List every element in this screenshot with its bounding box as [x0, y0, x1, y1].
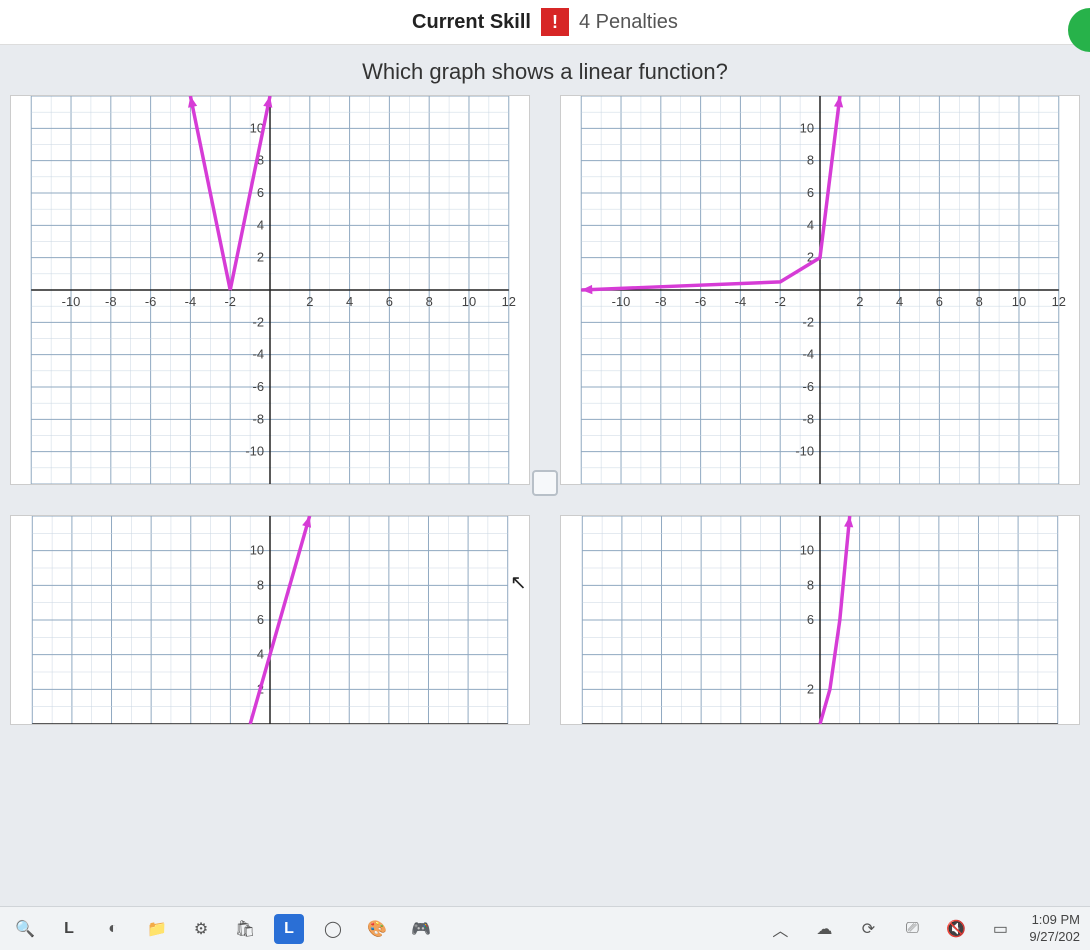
svg-text:8: 8	[807, 577, 814, 592]
store-icon[interactable]: 🛍	[230, 914, 260, 944]
svg-text:-10: -10	[245, 444, 264, 459]
volume-icon[interactable]: 🔇	[941, 914, 971, 944]
svg-text:6: 6	[257, 612, 264, 627]
svg-text:8: 8	[807, 153, 814, 168]
svg-text:4: 4	[346, 294, 353, 309]
header-bar: Current Skill ! 4 Penalties	[0, 0, 1090, 45]
svg-text:-2: -2	[253, 314, 265, 329]
circle-icon[interactable]: ◯	[318, 914, 348, 944]
settings-icon[interactable]: ⚙	[186, 914, 216, 944]
svg-text:-4: -4	[185, 294, 197, 309]
svg-text:-4: -4	[803, 347, 815, 362]
svg-text:4: 4	[257, 647, 264, 662]
edge-icon[interactable]: ◐	[98, 914, 128, 944]
warning-icon: !	[541, 8, 569, 36]
svg-text:10: 10	[462, 294, 476, 309]
sync-icon[interactable]: ⟳	[853, 914, 883, 944]
svg-text:4: 4	[896, 294, 903, 309]
svg-text:-6: -6	[145, 294, 157, 309]
svg-text:12: 12	[502, 294, 516, 309]
answer-grid: -10 -8 -6 -4 -2 2 4 6 8 10 12 -10 -8 -6 -4 -2 2 4 6 8 10 -10…	[0, 95, 1090, 725]
svg-text:8: 8	[426, 294, 433, 309]
svg-text:4: 4	[257, 217, 264, 232]
chevron-up-icon[interactable]: ︿	[765, 914, 795, 944]
skill-label: Current Skill	[412, 11, 531, 34]
taskbar: 🔍 L ◐ 📁 ⚙ 🛍 L ◯ 🎨 🎮 ︿ ☁ ⟳ ⎚ 🔇 ▭ 1:09 PM …	[0, 906, 1090, 950]
answer-option-a[interactable]: -10-8-6-4-224681012-10-8-6-4-2246810	[10, 95, 530, 485]
svg-text:-4: -4	[735, 294, 747, 309]
search-icon[interactable]: 🔍	[10, 914, 40, 944]
svg-text:-2: -2	[224, 294, 236, 309]
svg-text:-10: -10	[795, 444, 814, 459]
svg-text:10: 10	[800, 120, 814, 135]
svg-text:-10: -10	[62, 294, 81, 309]
svg-text:10: 10	[1012, 294, 1026, 309]
question-text: Which graph shows a linear function?	[0, 45, 1090, 95]
battery-icon[interactable]: ▭	[985, 914, 1015, 944]
game-icon[interactable]: 🎮	[406, 914, 436, 944]
files-icon[interactable]: 📁	[142, 914, 172, 944]
svg-text:10: 10	[250, 543, 264, 558]
svg-text:2: 2	[856, 294, 863, 309]
svg-text:-6: -6	[695, 294, 707, 309]
svg-text:8: 8	[976, 294, 983, 309]
svg-text:2: 2	[306, 294, 313, 309]
svg-text:-10: -10	[612, 294, 631, 309]
svg-text:-4: -4	[253, 347, 265, 362]
clock[interactable]: 1:09 PM 9/27/202	[1029, 912, 1080, 946]
graph-d: 2 6 8 10	[561, 516, 1079, 724]
cursor-icon: ↖	[510, 570, 527, 595]
svg-text:-8: -8	[105, 294, 117, 309]
svg-text:-6: -6	[253, 379, 265, 394]
color-icon[interactable]: 🎨	[362, 914, 392, 944]
time-text: 1:09 PM	[1029, 912, 1080, 929]
svg-text:-2: -2	[774, 294, 786, 309]
svg-text:10: 10	[800, 543, 814, 558]
answer-option-c[interactable]: 246810	[10, 515, 530, 725]
svg-text:6: 6	[386, 294, 393, 309]
svg-text:2: 2	[807, 681, 814, 696]
svg-text:4: 4	[807, 217, 814, 232]
graph-c: 246810	[11, 516, 529, 724]
svg-text:-2: -2	[803, 314, 815, 329]
svg-text:-8: -8	[803, 411, 815, 426]
svg-text:6: 6	[936, 294, 943, 309]
graph-b: -10-8-6-4-224681012-10-8-6-4-2246810	[561, 96, 1079, 484]
svg-text:-8: -8	[655, 294, 667, 309]
svg-text:-8: -8	[253, 411, 265, 426]
app-l-icon[interactable]: L	[54, 914, 84, 944]
svg-text:-6: -6	[803, 379, 815, 394]
cast-icon[interactable]: ⎚	[897, 914, 927, 944]
svg-text:2: 2	[257, 250, 264, 265]
answer-option-b[interactable]: -10-8-6-4-224681012-10-8-6-4-2246810	[560, 95, 1080, 485]
svg-text:8: 8	[257, 577, 264, 592]
cloud-icon[interactable]: ☁	[809, 914, 839, 944]
selection-checkbox[interactable]	[532, 470, 558, 496]
answer-option-d[interactable]: 2 6 8 10	[560, 515, 1080, 725]
app-l2-icon[interactable]: L	[274, 914, 304, 944]
svg-text:12: 12	[1052, 294, 1066, 309]
date-text: 9/27/202	[1029, 929, 1080, 946]
graph-a: -10-8-6-4-224681012-10-8-6-4-2246810	[11, 96, 529, 484]
svg-text:6: 6	[257, 185, 264, 200]
svg-text:6: 6	[807, 185, 814, 200]
penalties-count: 4 Penalties	[579, 11, 678, 34]
svg-text:6: 6	[807, 612, 814, 627]
